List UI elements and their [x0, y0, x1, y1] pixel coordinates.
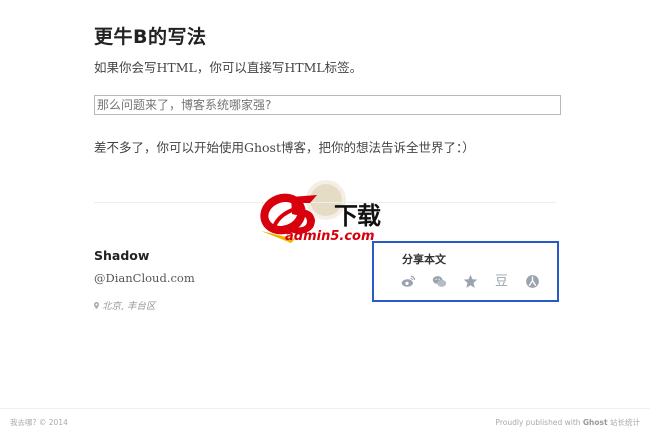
footer-copyright-year: © 2014	[38, 418, 68, 427]
footer-ghost-link[interactable]: Ghost	[583, 418, 608, 427]
question-input[interactable]	[94, 95, 561, 115]
footer-stats-link[interactable]: 站长统计	[610, 418, 640, 427]
footer-published: Proudly published with Ghost 站长统计	[495, 417, 640, 428]
share-title: 分享本文	[402, 253, 446, 266]
share-panel: 分享本文 豆	[372, 241, 559, 302]
author-location: 北京, 丰台区	[94, 298, 156, 312]
footer-published-prefix: Proudly published with	[495, 418, 581, 427]
footer-site-link[interactable]: 我去哪?	[10, 418, 36, 427]
post-heading: 更牛B的写法	[94, 26, 207, 48]
author-website[interactable]: @DianCloud.com	[94, 271, 195, 285]
watermark-text: 下载	[334, 202, 381, 230]
post-paragraph-html: 如果你会写HTML，你可以直接写HTML标签。	[94, 60, 363, 75]
share-icons: 豆	[400, 273, 541, 290]
watermark-url: admin5.com	[285, 229, 375, 244]
weibo-icon[interactable]	[400, 273, 417, 290]
location-pin-icon	[94, 301, 99, 309]
footer-copyright: 我去哪? © 2014	[10, 417, 68, 428]
star-icon[interactable]	[462, 273, 479, 290]
post-paragraph-ghost: 差不多了，你可以开始使用Ghost博客，把你的想法告诉全世界了：）	[94, 140, 475, 155]
author-location-text: 北京, 丰台区	[102, 301, 156, 312]
footer-divider	[0, 408, 650, 409]
douban-glyph: 豆	[494, 274, 508, 289]
renren-icon[interactable]	[524, 273, 541, 290]
wechat-icon[interactable]	[431, 273, 448, 290]
author-name[interactable]: Shadow	[94, 248, 149, 263]
douban-icon[interactable]: 豆	[493, 273, 510, 290]
